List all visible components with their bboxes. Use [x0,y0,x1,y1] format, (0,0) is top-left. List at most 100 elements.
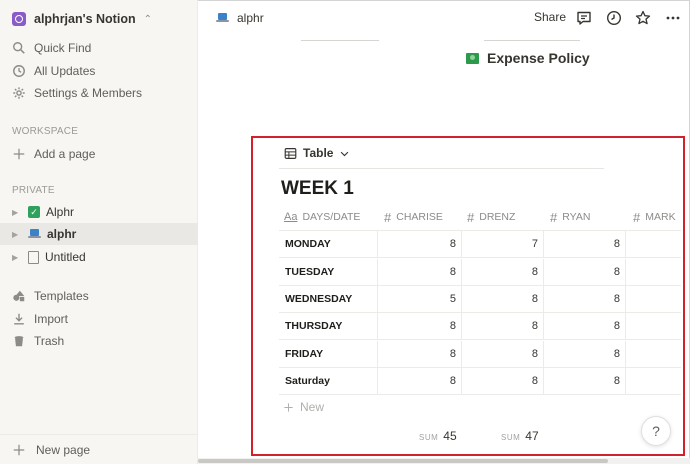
expand-triangle-icon[interactable]: ▶ [12,208,22,217]
new-row-label: New [300,400,325,414]
cell-drenz[interactable]: 8 [461,341,538,367]
sidebar-item-trash[interactable]: Trash [12,331,64,351]
cell-ryan[interactable]: 8 [543,286,620,312]
row-day-cell[interactable]: FRIDAY [285,341,323,367]
new-page-button[interactable]: New page [0,434,198,464]
column-header-ryan[interactable]: # RYAN [550,204,628,230]
sidebar-item-label: Quick Find [34,41,92,55]
cell-ryan[interactable]: 8 [543,231,620,257]
more-icon [666,16,680,20]
column-divider [625,368,626,394]
sidebar-page-alphr[interactable]: ▶ ✓ Alphr [0,201,198,223]
table-row[interactable]: Saturday 8 8 8 [279,368,681,395]
more-options-button[interactable] [664,9,682,27]
sidebar-item-templates[interactable]: Templates [12,286,89,306]
row-day-cell[interactable]: WEDNESDAY [285,286,352,312]
number-type-icon: # [550,209,558,225]
column-header-label: RYAN [562,211,591,223]
cell-charise[interactable]: 8 [377,313,456,339]
sum-drenz[interactable]: SUM 47 [501,429,539,443]
sidebar-item-all-updates[interactable]: All Updates [12,61,95,81]
import-icon [14,313,24,325]
sidebar-page-untitled[interactable]: ▶ Untitled [0,246,198,268]
sidebar-item-label: Import [34,312,69,326]
table-row[interactable]: TUESDAY 8 8 8 [279,259,681,286]
number-type-icon: # [467,209,475,225]
sidebar-page-alphr-active[interactable]: ▶ alphr [0,223,198,245]
table-row[interactable]: THURSDAY 8 8 8 [279,313,681,340]
column-header-label: DAYS/DATE [302,211,361,223]
sum-charise[interactable]: SUM 45 [419,429,457,443]
sidebar-item-quick-find[interactable]: Quick Find [12,38,91,58]
database-title[interactable]: WEEK 1 [281,178,354,200]
text-type-icon: Aa [284,211,298,223]
cell-charise[interactable]: 8 [377,368,456,394]
sum-value: 45 [443,429,457,443]
column-header-label: MARK [645,211,676,223]
table-row[interactable]: MONDAY 8 7 8 [279,231,681,258]
expand-triangle-icon[interactable]: ▶ [12,253,22,262]
templates-icon [13,290,25,302]
row-day-cell[interactable]: THURSDAY [285,313,342,339]
view-selector[interactable]: Table [284,146,350,160]
sidebar-item-label: All Updates [34,64,96,78]
linked-page-expense-policy[interactable]: Expense Policy [466,50,590,66]
table-icon [284,147,297,159]
faded-block-edge [301,40,379,41]
view-name: Table [303,146,334,160]
cell-ryan[interactable]: 8 [543,313,620,339]
cell-drenz[interactable]: 8 [461,259,538,285]
sidebar-item-settings[interactable]: Settings & Members [12,83,142,103]
add-page-button[interactable]: Add a page [12,144,95,164]
sum-value: 47 [525,429,539,443]
chevron-updown-icon: ⌃ [143,13,152,25]
sidebar-item-import[interactable]: Import [12,309,68,329]
column-header-mark[interactable]: # MARK [633,204,681,230]
updates-button[interactable] [605,9,623,27]
expand-triangle-icon[interactable]: ▶ [12,230,22,239]
new-row-button[interactable]: New [283,400,324,414]
workspace-section-heading: WORKSPACE [12,126,79,137]
cell-drenz[interactable]: 8 [461,313,538,339]
help-button[interactable]: ? [641,416,671,446]
cell-drenz[interactable]: 8 [461,368,538,394]
cell-drenz[interactable]: 7 [461,231,538,257]
laptop-icon [216,13,229,23]
cell-ryan[interactable]: 8 [543,368,620,394]
breadcrumb-page-title: alphr [237,11,264,25]
row-day-cell[interactable]: Saturday [285,368,330,394]
table-row[interactable]: FRIDAY 8 8 8 [279,341,681,368]
column-divider [625,286,626,312]
column-header-charise[interactable]: # CHARISE [384,204,464,230]
scrollbar-thumb[interactable] [198,459,608,463]
trash-icon [14,336,24,347]
sidebar-item-label: Trash [34,334,65,348]
cell-charise[interactable]: 8 [377,341,456,367]
favorite-button[interactable] [634,9,652,27]
sidebar-page-label: Alphr [46,205,75,219]
search-icon [13,42,25,54]
row-day-cell[interactable]: TUESDAY [285,259,334,285]
share-button[interactable]: Share [534,10,566,24]
add-page-label: Add a page [34,147,96,161]
cell-charise[interactable]: 5 [377,286,456,312]
horizontal-scrollbar[interactable] [198,458,690,464]
cell-drenz[interactable]: 8 [461,286,538,312]
plus-icon [13,148,25,160]
comments-button[interactable] [575,9,593,27]
row-day-cell[interactable]: MONDAY [285,231,331,257]
breadcrumb[interactable]: alphr [216,11,264,25]
sum-label: SUM [501,433,521,442]
column-header-days[interactable]: Aa DAYS/DATE [284,204,376,230]
table-row[interactable]: WEDNESDAY 5 8 8 [279,286,681,313]
workspace-icon [12,12,26,26]
cell-charise[interactable]: 8 [377,231,456,257]
clock-icon [13,65,25,77]
cell-ryan[interactable]: 8 [543,341,620,367]
workspace-switcher[interactable]: alphrjan's Notion ⌃ [12,10,152,28]
comment-icon [577,11,591,25]
cell-ryan[interactable]: 8 [543,259,620,285]
number-type-icon: # [633,209,641,225]
cell-charise[interactable]: 8 [377,259,456,285]
column-header-drenz[interactable]: # DRENZ [467,204,547,230]
